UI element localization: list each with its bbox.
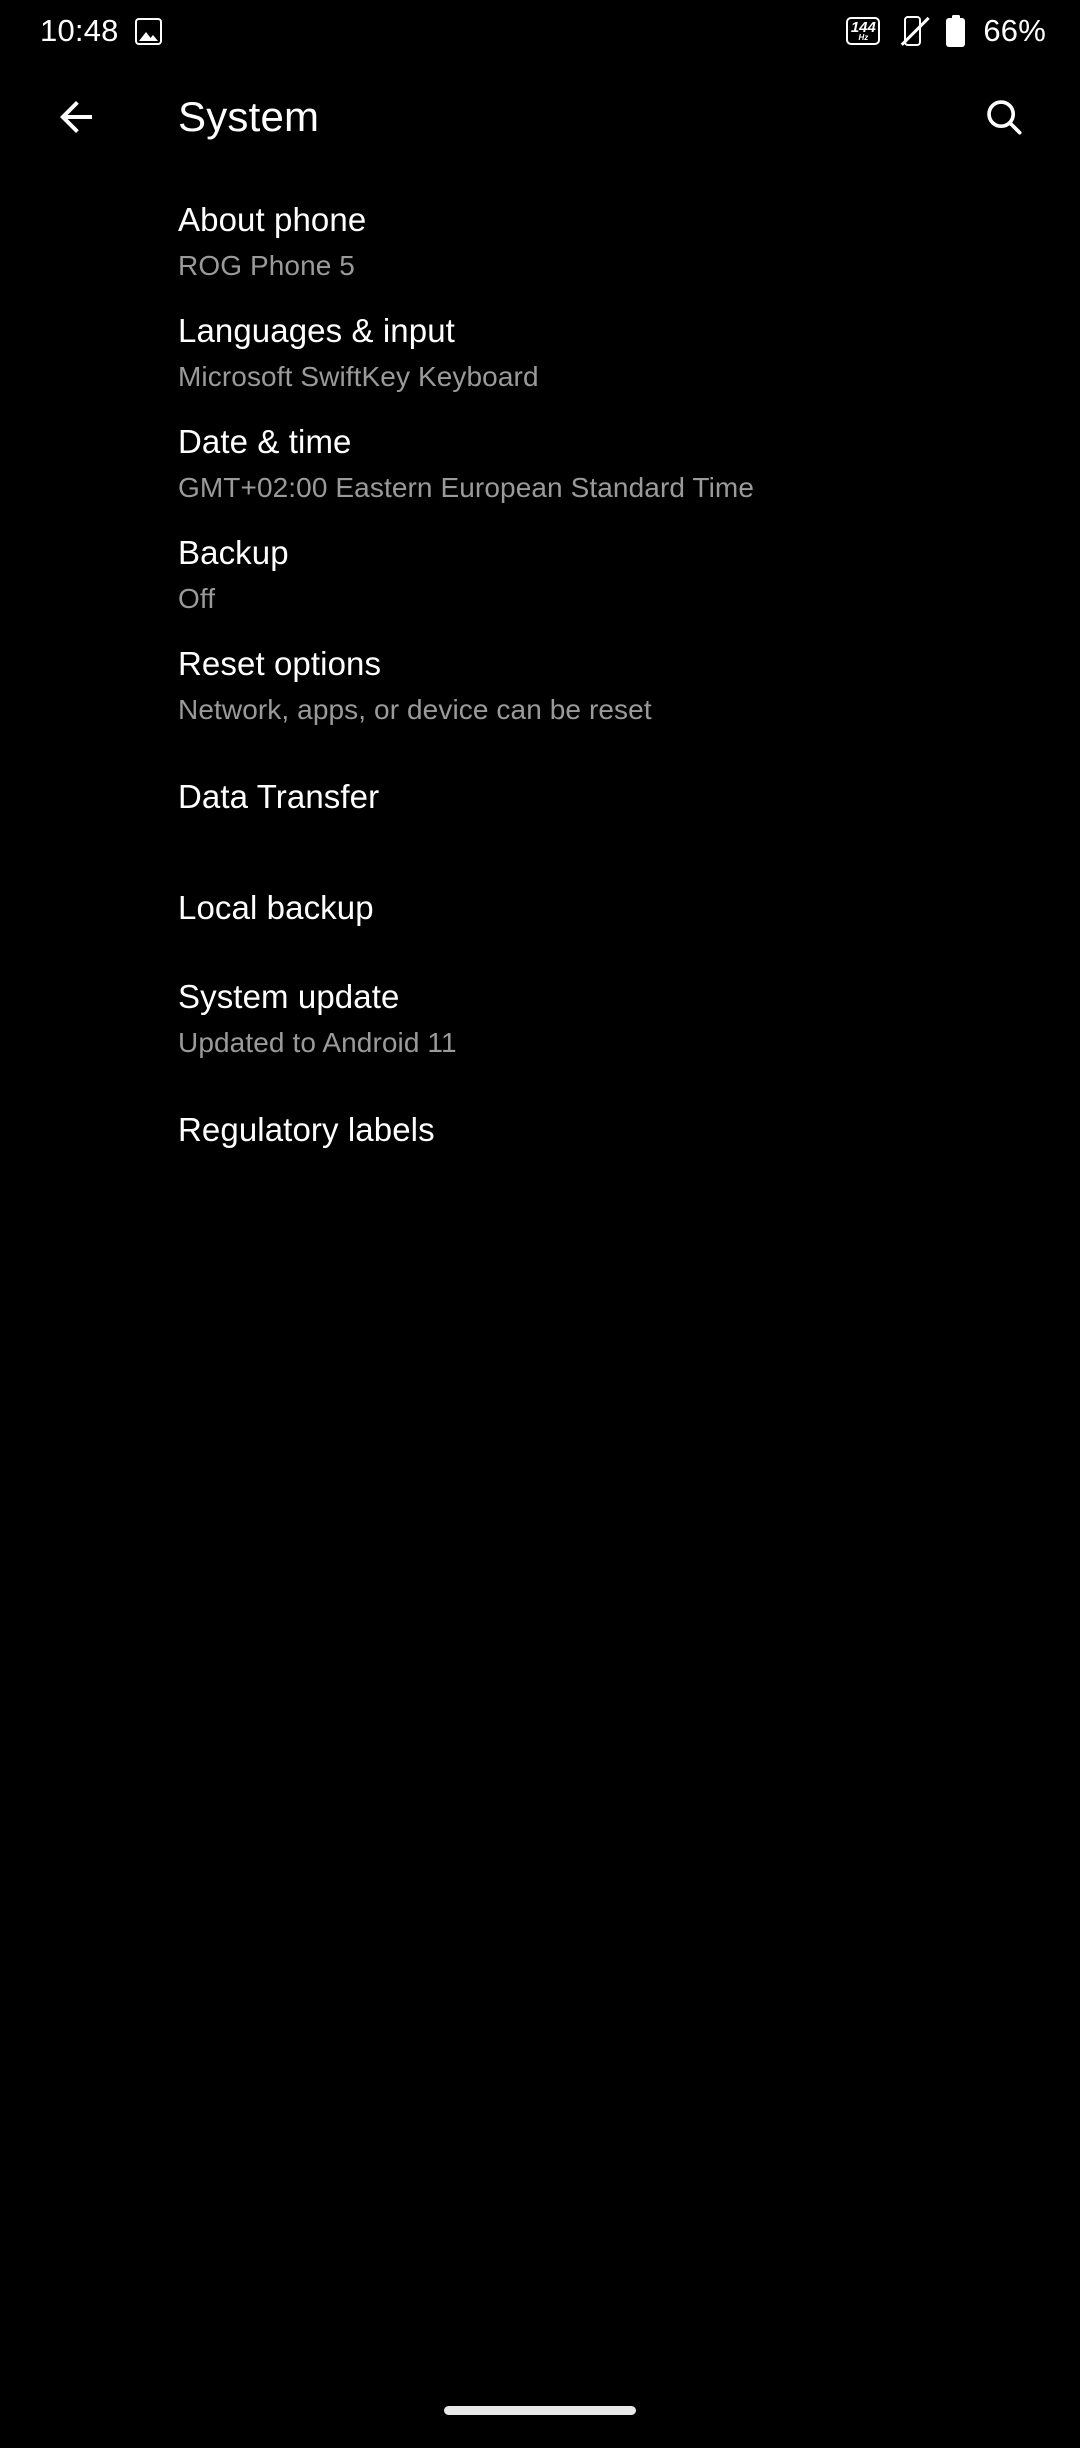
vibrate-off-icon bbox=[898, 15, 930, 47]
status-bar-left: 10:48 bbox=[40, 13, 162, 49]
list-item-subtitle: Updated to Android 11 bbox=[178, 1026, 457, 1058]
list-item-subtitle: Network, apps, or device can be reset bbox=[178, 693, 652, 725]
status-bar-right: 144 Hz 66% bbox=[846, 13, 1046, 49]
status-bar: 10:48 144 Hz 66% bbox=[0, 0, 1080, 62]
list-item-title: System update bbox=[178, 977, 400, 1015]
photo-icon bbox=[134, 17, 162, 45]
page-title: System bbox=[178, 93, 320, 140]
list-item-subtitle: ROG Phone 5 bbox=[178, 249, 355, 281]
list-item-local-backup[interactable]: Local backup bbox=[0, 852, 1080, 963]
battery-icon-shell bbox=[946, 18, 966, 47]
list-item-title: Languages & input bbox=[178, 311, 455, 349]
list-item-languages-input[interactable]: Languages & input Microsoft SwiftKey Key… bbox=[0, 297, 1080, 408]
list-item-subtitle: Off bbox=[178, 582, 216, 614]
battery-icon bbox=[946, 15, 966, 47]
list-item-regulatory-labels[interactable]: Regulatory labels bbox=[0, 1074, 1080, 1185]
app-bar: System bbox=[0, 62, 1080, 172]
list-item-title: Regulatory labels bbox=[178, 1110, 435, 1148]
list-item-date-time[interactable]: Date & time GMT+02:00 Eastern European S… bbox=[0, 408, 1080, 519]
home-gesture-pill[interactable] bbox=[444, 2406, 636, 2415]
list-item-subtitle: Microsoft SwiftKey Keyboard bbox=[178, 360, 539, 392]
status-clock: 10:48 bbox=[40, 13, 119, 48]
list-item-title: Data Transfer bbox=[178, 777, 380, 815]
battery-percentage: 66% bbox=[983, 13, 1046, 48]
search-icon bbox=[987, 100, 1022, 135]
settings-list: About phone ROG Phone 5 Languages & inpu… bbox=[0, 186, 1080, 1185]
list-item-title: About phone bbox=[178, 200, 367, 238]
back-button[interactable] bbox=[40, 81, 112, 153]
list-item-title: Reset options bbox=[178, 644, 382, 682]
search-button[interactable] bbox=[968, 81, 1040, 153]
refresh-rate-icon: 144 Hz bbox=[846, 17, 881, 45]
back-arrow-icon bbox=[60, 101, 92, 133]
list-item-subtitle: GMT+02:00 Eastern European Standard Time bbox=[178, 471, 754, 503]
list-item-system-update[interactable]: System update Updated to Android 11 bbox=[0, 963, 1080, 1074]
list-item-backup[interactable]: Backup Off bbox=[0, 519, 1080, 630]
list-item-reset-options[interactable]: Reset options Network, apps, or device c… bbox=[0, 630, 1080, 741]
refresh-rate-unit: Hz bbox=[858, 33, 869, 42]
list-item-title: Local backup bbox=[178, 888, 374, 926]
list-item-title: Date & time bbox=[178, 422, 352, 460]
list-item-data-transfer[interactable]: Data Transfer bbox=[0, 741, 1080, 852]
list-item-title: Backup bbox=[178, 533, 289, 571]
list-item-about-phone[interactable]: About phone ROG Phone 5 bbox=[0, 186, 1080, 297]
